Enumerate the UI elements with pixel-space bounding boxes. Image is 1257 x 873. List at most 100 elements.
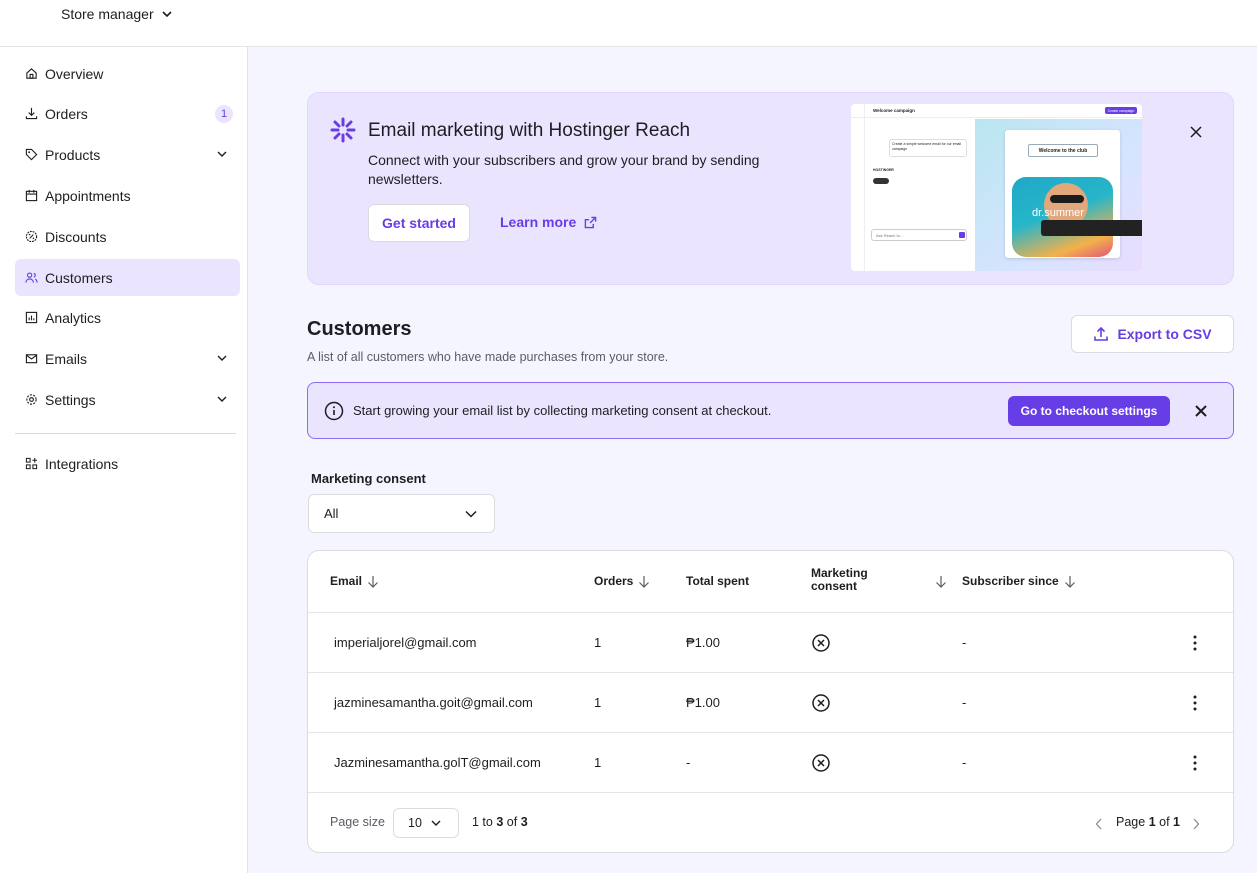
page-size-label: Page size — [330, 815, 385, 829]
sidebar-item-overview[interactable]: Overview — [15, 55, 240, 92]
checkout-settings-button[interactable]: Go to checkout settings — [1008, 396, 1170, 426]
sidebar-item-label: Orders — [45, 105, 88, 122]
sidebar-item-label: Products — [45, 146, 101, 163]
no-consent-icon — [812, 754, 830, 772]
sidebar-item-label: Settings — [45, 391, 96, 408]
range-total: 3 — [520, 815, 528, 829]
alert-close-icon[interactable] — [1194, 404, 1208, 418]
page-total: 1 — [1173, 815, 1180, 829]
range-of: of — [506, 815, 518, 829]
preview-email-heading: Welcome to the club — [1028, 144, 1098, 157]
sidebar-item-discounts[interactable]: Discounts — [15, 218, 240, 255]
preview-input: Ask Reach to... — [871, 229, 967, 241]
sidebar-item-label: Overview — [45, 65, 104, 82]
header-label: Orders — [594, 574, 634, 588]
header-label: Email — [330, 574, 363, 588]
preview-campaign-label: Welcome campaign — [873, 108, 915, 113]
download-icon — [24, 107, 38, 121]
cell-orders: 1 — [594, 755, 602, 770]
preview-prompt: Create a simple welcome email for our em… — [889, 139, 967, 157]
marketing-consent-select[interactable]: All — [308, 494, 495, 533]
no-consent-icon — [812, 694, 830, 712]
range-prefix: 1 to — [472, 815, 493, 829]
column-header-subscriber-since[interactable]: Subscriber since — [962, 574, 1076, 588]
sidebar-item-products[interactable]: Products — [15, 136, 240, 173]
gear-icon — [24, 393, 38, 407]
learn-more-link[interactable]: Learn more — [500, 214, 597, 230]
top-bar: Store manager — [0, 0, 1257, 47]
cell-email: jazminesamantha.goit@gmail.com — [334, 695, 533, 710]
cell-total-spent: ₱1.00 — [686, 695, 720, 710]
arrow-down-icon — [1064, 575, 1075, 588]
column-header-email[interactable]: Email — [330, 574, 379, 588]
chevron-down-icon — [217, 151, 227, 157]
tag-icon — [24, 148, 38, 162]
range-indicator: 1 to 3 of 3 — [472, 815, 528, 829]
page-title: Customers — [307, 318, 412, 340]
arrow-down-icon[interactable] — [935, 575, 947, 588]
header-label: consent — [811, 579, 858, 593]
header-label: Subscriber since — [962, 574, 1059, 588]
arrow-down-icon — [368, 575, 378, 588]
column-header-total-spent: Total spent — [686, 574, 750, 588]
sidebar-item-analytics[interactable]: Analytics — [15, 299, 240, 336]
export-csv-label: Export to CSV — [1117, 326, 1212, 342]
arrow-down-icon — [639, 575, 650, 588]
grid-plus-icon — [24, 457, 38, 471]
get-started-button[interactable]: Get started — [368, 204, 470, 242]
export-csv-button[interactable]: Export to CSV — [1071, 315, 1234, 353]
cell-total-spent: - — [686, 755, 691, 770]
column-header-orders[interactable]: Orders — [594, 574, 650, 588]
sidebar-item-settings[interactable]: Settings — [15, 381, 240, 418]
table-row[interactable]: imperialjorel@gmail.com 1 ₱1.00 - — [308, 612, 1233, 672]
preview-create-button: Create campaign — [1105, 107, 1137, 114]
banner-title: Email marketing with Hostinger Reach — [368, 120, 691, 141]
page-indicator: Page 1 of 1 — [1116, 815, 1180, 829]
preview-brand-overlay: dr.summer — [1032, 207, 1084, 219]
page-prefix: Page — [1116, 815, 1146, 829]
sidebar-item-orders[interactable]: Orders 1 — [15, 95, 240, 132]
sidebar-item-customers[interactable]: Customers — [15, 259, 240, 296]
banner-description: Connect with your subscribers and grow y… — [368, 152, 760, 187]
alert-text: Start growing your email list by collect… — [353, 403, 772, 418]
table-row[interactable]: Jazminesamantha.golT@gmail.com 1 - - — [308, 732, 1233, 792]
info-icon — [324, 401, 344, 421]
cell-subscriber-since: - — [962, 695, 967, 710]
sidebar-item-emails[interactable]: Emails — [15, 340, 240, 377]
chevron-down-icon — [465, 510, 477, 518]
sidebar: Overview Orders 1 Products Appointments … — [0, 47, 248, 873]
page-subtitle: A list of all customers who have made pu… — [307, 350, 669, 364]
discount-icon — [24, 230, 38, 244]
chevron-right-icon[interactable] — [1192, 818, 1200, 830]
page-size-select[interactable]: 10 — [393, 808, 459, 838]
sidebar-item-label: Discounts — [45, 228, 107, 245]
marketing-consent-filter-label: Marketing consent — [311, 471, 426, 486]
chevron-down-icon — [162, 10, 172, 17]
mail-icon — [24, 352, 38, 366]
sidebar-item-label: Appointments — [45, 187, 131, 204]
more-options-icon[interactable] — [1188, 693, 1202, 713]
sidebar-item-appointments[interactable]: Appointments — [15, 177, 240, 214]
consent-alert: Start growing your email list by collect… — [307, 382, 1234, 439]
table-footer: Page size 10 1 to 3 of 3 Page 1 of 1 — [308, 792, 1233, 852]
sidebar-item-integrations[interactable]: Integrations — [15, 445, 240, 482]
chevron-down-icon — [217, 355, 227, 361]
more-options-icon[interactable] — [1188, 633, 1202, 653]
cell-email: Jazminesamantha.golT@gmail.com — [334, 755, 541, 770]
sidebar-item-label: Customers — [45, 269, 113, 286]
cell-subscriber-since: - — [962, 755, 967, 770]
page-of: of — [1159, 815, 1170, 829]
range-end: 3 — [496, 815, 504, 829]
chart-icon — [24, 311, 38, 325]
chevron-left-icon[interactable] — [1095, 818, 1103, 830]
more-options-icon[interactable] — [1188, 753, 1202, 773]
sidebar-item-label: Analytics — [45, 309, 102, 326]
banner-close-icon[interactable] — [1188, 124, 1204, 140]
store-manager-dropdown[interactable]: Store manager — [61, 6, 172, 22]
table-row[interactable]: jazminesamantha.goit@gmail.com 1 ₱1.00 - — [308, 672, 1233, 732]
chevron-down-icon — [217, 396, 227, 402]
cell-email: imperialjorel@gmail.com — [334, 635, 477, 650]
home-icon — [24, 67, 38, 81]
cell-orders: 1 — [594, 695, 602, 710]
page-current: 1 — [1148, 815, 1156, 829]
